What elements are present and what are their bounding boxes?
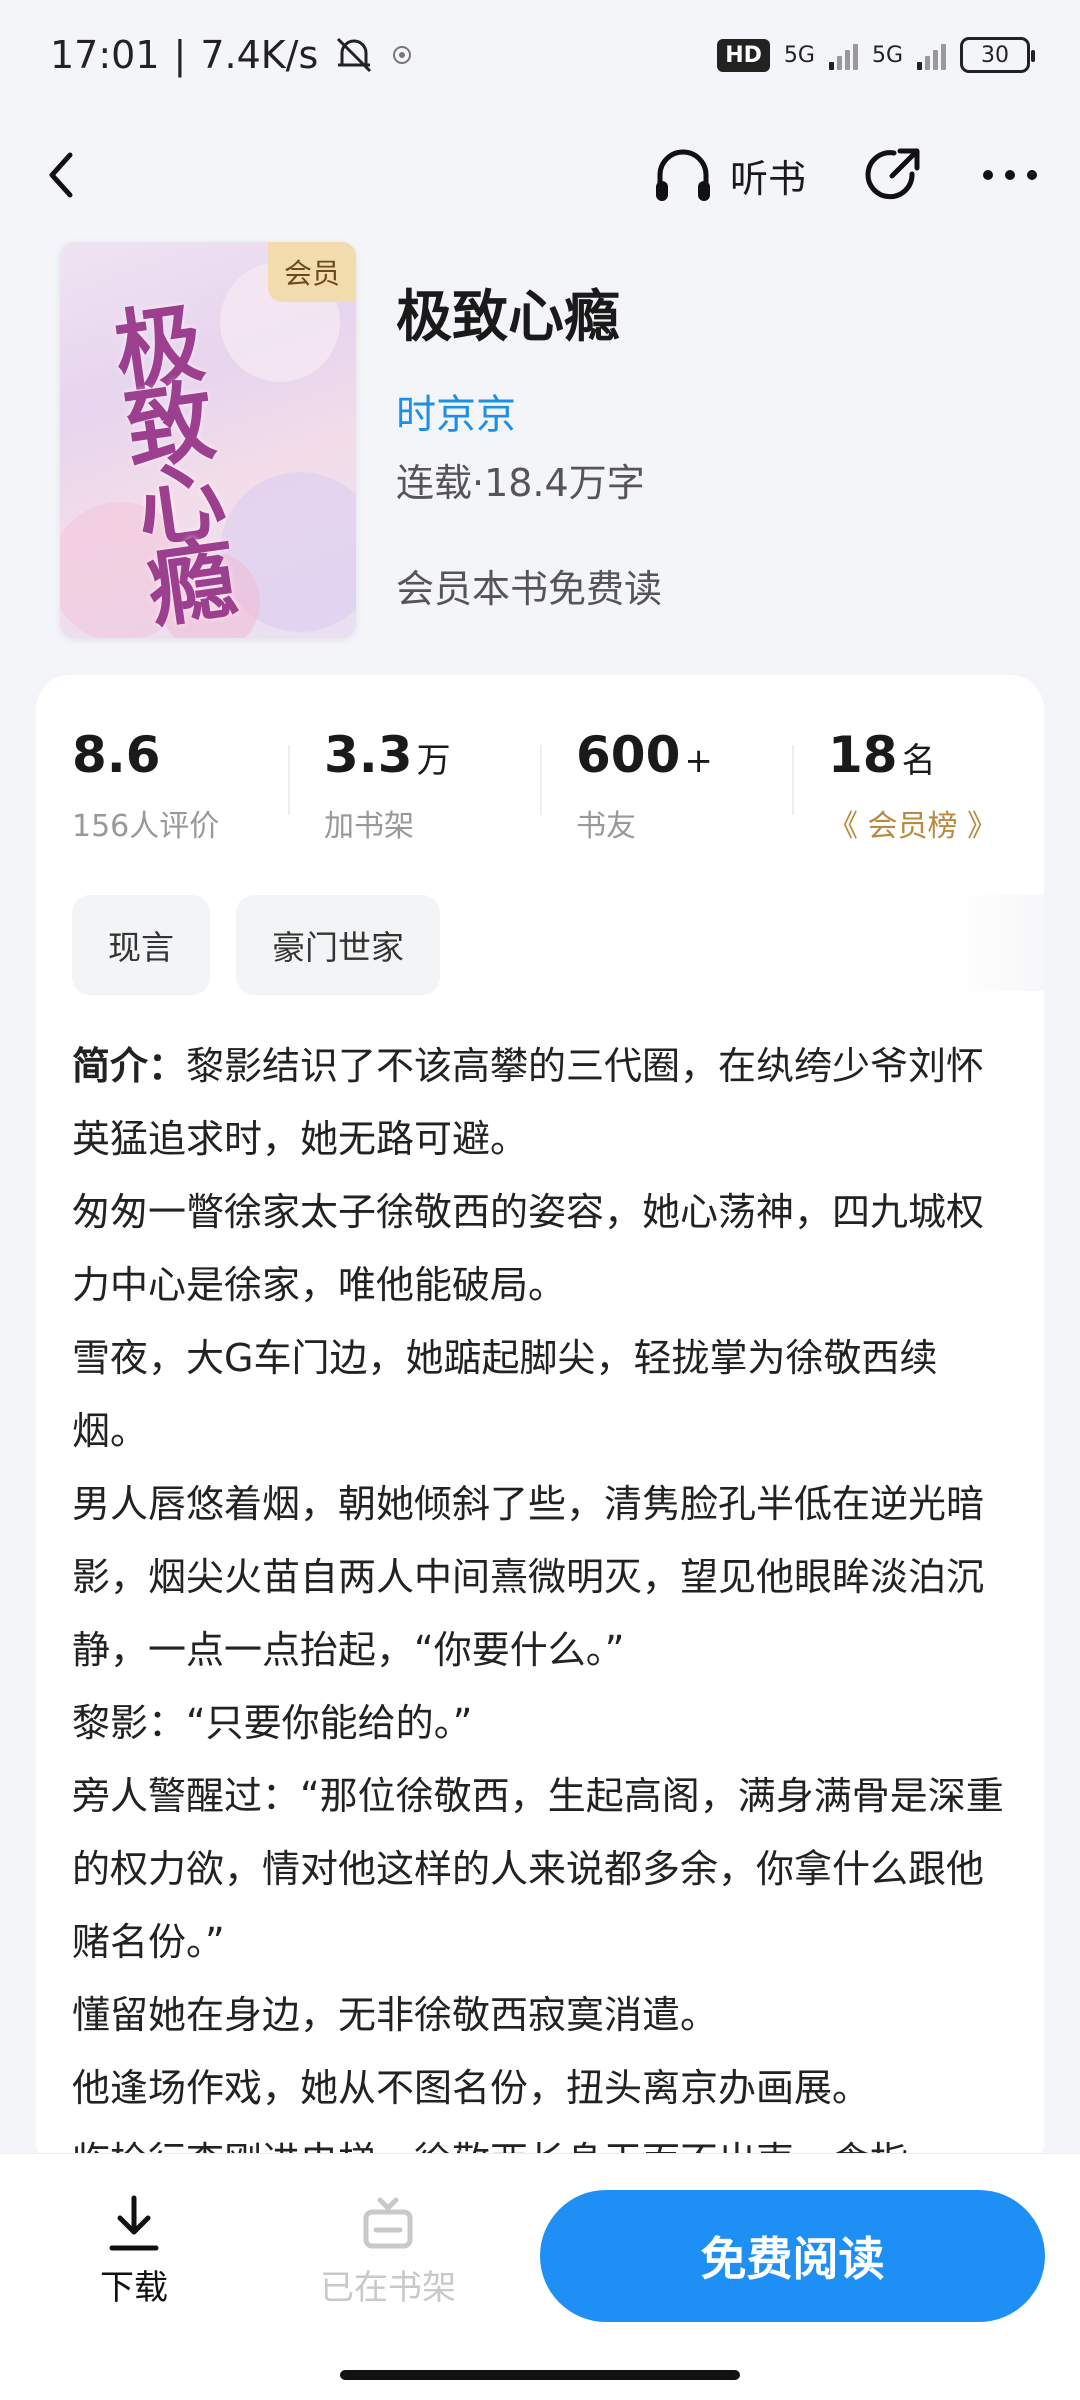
stat-vip-rank[interactable]: 18 名 《 会员榜 》 — [792, 725, 1044, 844]
stats-row: 8.6 156人评价 3.3 万 加书架 600 + 书友 18 名 《 会员榜 》 — [36, 725, 1044, 844]
stat-unit: + — [684, 741, 713, 781]
intro-paragraph: 黎影：“只要你能给的。” — [72, 1701, 473, 1745]
signal-label-2: 5G — [871, 42, 903, 68]
network-speed: 7.4K/s — [200, 33, 319, 77]
intro-paragraph: 他逢场作戏，她从不图名份，扭头离京办画展。 — [72, 2066, 871, 2110]
stat-label: 加书架 — [324, 809, 414, 844]
download-icon — [109, 2195, 159, 2251]
stat-label: 156人评价 — [72, 809, 220, 844]
stat-label: 《 会员榜 》 — [828, 809, 998, 844]
book-author-link[interactable]: 时京京 — [396, 382, 516, 440]
stat-shelf: 3.3 万 加书架 — [288, 725, 540, 844]
book-meta: 连载·18.4万字 — [396, 461, 645, 505]
headphones-icon — [655, 149, 710, 201]
book-title: 极致心瘾 — [396, 285, 620, 350]
download-label: 下载 — [100, 2268, 168, 2308]
book-cover[interactable]: 极致心瘾 会员 — [60, 242, 356, 638]
stat-readers[interactable]: 600 + 书友 — [540, 725, 792, 844]
hd-badge: HD — [717, 38, 770, 72]
tag-chip[interactable]: 豪门世家 — [236, 895, 440, 995]
status-right: HD 5G 5G 30 — [717, 37, 1035, 73]
book-info: 极致心瘾 会员 极致心瘾 时京京 连载·18.4万字 会员本书免费读 — [60, 242, 1040, 642]
intro-paragraph: 匆匆一瞥徐家太子徐敬西的姿容，她心荡神，四九城权力中心是徐家，唯他能破局。 — [72, 1190, 985, 1307]
stat-value: 600 — [576, 726, 681, 784]
header-actions: 听书 — [650, 144, 1040, 206]
mute-bell-icon — [337, 37, 372, 73]
intro-paragraph: 黎影结识了不该高攀的三代圈，在纨绔少爷刘怀英猛追求时，她无路可避。 — [72, 1044, 985, 1161]
tag-fade — [954, 895, 1044, 991]
back-arrow-icon[interactable] — [40, 145, 80, 205]
intro-paragraph: 旁人警醒过：“那位徐敬西，生起高阁，满身满骨是深重的权力欲，情对他这样的人来说都… — [72, 1774, 1004, 1964]
book-intro: 简介：黎影结识了不该高攀的三代圈，在纨绔少爷刘怀英猛追求时，她无路可避。 匆匆一… — [72, 1030, 1012, 2175]
vip-badge: 会员 — [267, 242, 356, 302]
top-nav: 听书 — [0, 120, 1080, 230]
download-button[interactable]: 下载 — [100, 2194, 168, 2309]
signal-label-1: 5G — [783, 42, 815, 68]
bookshelf-icon — [363, 2197, 413, 2249]
tag-list: 现言 豪门世家 — [72, 895, 440, 995]
intro-label: 简介： — [72, 1044, 187, 1088]
share-icon[interactable] — [862, 144, 924, 206]
bottom-action-bar: 下载 已在书架 免费阅读 — [0, 2153, 1080, 2400]
stat-value: 3.3 — [324, 726, 413, 784]
intro-paragraph: 雪夜，大G车门边，她踮起脚尖，轻拢掌为徐敬西续烟。 — [72, 1336, 938, 1453]
signal-bars-icon — [828, 40, 858, 70]
battery-icon: 30 — [960, 37, 1035, 73]
on-shelf-label: 已在书架 — [320, 2268, 456, 2308]
stat-rating[interactable]: 8.6 156人评价 — [36, 725, 288, 844]
stat-value: 8.6 — [72, 726, 161, 784]
stat-value: 18 — [828, 726, 898, 784]
tag-chip[interactable]: 现言 — [72, 895, 210, 995]
stat-label: 书友 — [576, 809, 636, 844]
on-shelf-button[interactable]: 已在书架 — [320, 2194, 456, 2309]
free-read-button[interactable]: 免费阅读 — [540, 2190, 1045, 2322]
status-divider: | — [173, 33, 187, 77]
status-bar: 17:01 | 7.4K/s HD 5G 5G 30 — [0, 0, 1080, 110]
stat-unit: 名 — [901, 741, 936, 781]
intro-paragraph: 懂留她在身边，无非徐敬西寂寞消遣。 — [72, 1993, 719, 2037]
signal-bars-icon — [917, 40, 946, 70]
nfc-icon — [393, 46, 412, 64]
details-card: 8.6 156人评价 3.3 万 加书架 600 + 书友 18 名 《 会员榜 》 … — [36, 675, 1044, 2175]
listen-button[interactable]: 听书 — [650, 145, 806, 205]
more-icon[interactable] — [980, 165, 1040, 185]
vip-free-note: 会员本书免费读 — [396, 567, 663, 611]
status-left: 17:01 | 7.4K/s — [50, 33, 414, 77]
listen-label: 听书 — [729, 156, 806, 201]
home-indicator[interactable] — [340, 2370, 740, 2380]
status-time: 17:01 — [50, 33, 160, 77]
stat-unit: 万 — [416, 741, 451, 781]
intro-paragraph: 男人唇悠着烟，朝她倾斜了些，清隽脸孔半低在逆光暗影，烟尖火苗自两人中间熹微明灭，… — [72, 1482, 985, 1672]
